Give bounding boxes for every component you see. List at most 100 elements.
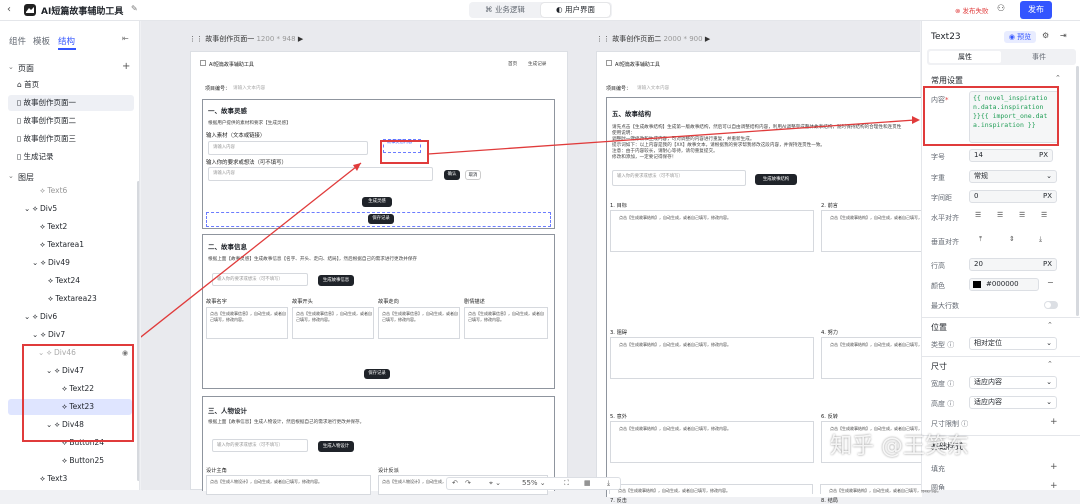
tab-business-logic[interactable]: ⌘ 业务逻辑	[471, 3, 539, 17]
s5-label-counter: 7. 反击	[610, 498, 627, 504]
arrow-layer-to-text	[141, 162, 362, 338]
fill-label: 填充	[931, 465, 945, 473]
layer-div6[interactable]: ⌄ ⟡ Div6	[24, 309, 57, 325]
page-item-story2[interactable]: ▯ 故事创作页面二	[17, 113, 76, 129]
align-middle-icon[interactable]: ⇕	[1009, 235, 1015, 243]
spacing-input[interactable]: 0 PX	[969, 190, 1057, 203]
collapse-panel-icon[interactable]: ⇤	[122, 34, 129, 43]
layer-text24[interactable]: ⟡ Text24	[48, 273, 80, 289]
layer-textarea23[interactable]: ⟡ Textarea23	[48, 291, 97, 307]
chevron-up-icon[interactable]: ⌃	[1047, 321, 1053, 329]
chevron-down-icon[interactable]: ⌄	[8, 63, 14, 71]
layer-div5[interactable]: ⌄ ⟡ Div5	[24, 201, 57, 217]
arrow-text-to-content	[427, 119, 916, 155]
back-chevron-icon[interactable]: ‹	[7, 4, 11, 15]
align-top-icon[interactable]: ⤒	[979, 235, 982, 244]
type-label: 类型 ⓘ	[931, 341, 955, 349]
color-swatch[interactable]	[973, 281, 981, 288]
add-border-icon[interactable]: +	[1050, 481, 1058, 490]
top-toolbar: ‹ AI短篇故事辅助工具 ✎ ⌘ 业务逻辑 ◐ 用户界面 ⊗ 发布失败 ⚇ 发布	[0, 0, 1080, 21]
tab-structure[interactable]: 结构	[58, 35, 75, 47]
page-item-story1[interactable]: ▯ 故事创作页面一	[8, 95, 134, 111]
logic-icon: ⌘	[485, 5, 495, 14]
arrowhead	[912, 116, 920, 124]
align-justify-icon[interactable]: ☰	[1041, 211, 1047, 219]
pages-header: 页面	[18, 64, 34, 73]
chevron-up-icon[interactable]: ⌃	[1055, 74, 1061, 82]
lineheight-input[interactable]: 20 PX	[969, 258, 1057, 271]
position-header: 位置	[931, 323, 947, 332]
align-right-icon[interactable]: ☰	[1019, 211, 1025, 219]
publish-button[interactable]: 发布	[1020, 1, 1052, 19]
s5-label-ending: 8. 结局	[821, 498, 838, 504]
selected-component-title: Text23	[931, 32, 961, 42]
layers-header: 图层	[18, 173, 34, 182]
chevron-down-icon: ⌄	[1046, 172, 1052, 180]
layer-div7[interactable]: ⌄ ⟡ Div7	[32, 327, 65, 343]
position-type-select[interactable]: 相对定位 ⌄	[969, 337, 1057, 350]
panel-tabs: 属性 事件	[927, 49, 1076, 65]
app-title: AI短篇故事辅助工具	[41, 7, 124, 17]
divider	[922, 356, 1080, 357]
layer-button25[interactable]: ⟡ Button25	[62, 453, 104, 469]
width-label: 宽度 ⓘ	[931, 380, 955, 388]
arrowhead	[353, 163, 361, 171]
collapse-panel-icon[interactable]: ⇥	[1060, 31, 1067, 40]
lineheight-label: 行高	[931, 262, 945, 270]
tab-templates[interactable]: 模板	[33, 35, 50, 47]
align-bottom-icon[interactable]: ⤓	[1039, 235, 1042, 244]
layer-div49[interactable]: ⌄ ⟡ Div49	[32, 255, 70, 271]
remove-color-icon[interactable]: −	[1047, 278, 1054, 287]
app-logo-icon	[24, 4, 36, 16]
gear-icon[interactable]: ⚙	[1042, 31, 1049, 40]
layer-text2[interactable]: ⟡ Text2	[40, 219, 67, 235]
border-label: 圆角	[931, 484, 945, 490]
publish-status-badge: ⊗ 发布失败	[955, 7, 989, 15]
properties-panel: Text23 ◉ 预览 ⚙ ⇥ 属性 事件 常用设置 ⌃ 内容* {{ nove…	[921, 21, 1080, 490]
layer-text6[interactable]: ⟡ Text6	[40, 183, 67, 199]
height-select[interactable]: 适应内容 ⌄	[969, 396, 1057, 409]
halign-label: 水平对齐	[931, 214, 959, 222]
page-item-story3[interactable]: ▯ 故事创作页面三	[17, 131, 76, 147]
page-item-home[interactable]: ⌂ 首页	[17, 77, 39, 93]
collaborators-icon[interactable]: ⚇	[997, 4, 1005, 14]
panel-scrollbar[interactable]	[1076, 66, 1079, 316]
tab-user-interface[interactable]: ◐ 用户界面	[541, 3, 610, 17]
highlight-content-field	[923, 86, 1059, 146]
maxlines-label: 最大行数	[931, 302, 959, 310]
tab-events[interactable]: 事件	[1003, 51, 1075, 63]
edit-title-icon[interactable]: ✎	[131, 4, 138, 13]
fontsize-label: 字号	[931, 153, 945, 161]
tab-components[interactable]: 组件	[9, 35, 26, 47]
layers-scrollbar[interactable]	[137, 181, 139, 481]
align-center-icon[interactable]: ☰	[997, 211, 1003, 219]
fontsize-input[interactable]: 14 PX	[969, 149, 1053, 162]
palette-icon: ◐	[556, 5, 565, 14]
color-input[interactable]: #000000	[969, 278, 1039, 291]
chevron-down-icon: ⌄	[1046, 398, 1052, 406]
highlight-layer-group	[22, 344, 134, 442]
tab-properties[interactable]: 属性	[929, 51, 1001, 63]
align-left-icon[interactable]: ☰	[975, 211, 981, 219]
divider	[922, 317, 1080, 318]
weight-select[interactable]: 常规 ⌄	[969, 170, 1057, 183]
size-header: 尺寸	[931, 362, 947, 371]
color-label: 颜色	[931, 282, 945, 290]
toggle-knob	[1045, 302, 1051, 308]
design-canvas[interactable]: ⋮⋮ 故事创作页面一 1200 * 948 ▶ ⋮⋮ 故事创作页面二 2000 …	[141, 21, 942, 504]
add-limit-icon[interactable]: +	[1050, 417, 1058, 427]
chevron-down-icon[interactable]: ⌄	[8, 172, 14, 180]
add-fill-icon[interactable]: +	[1050, 462, 1058, 472]
weight-label: 字重	[931, 174, 945, 182]
active-tab-indicator	[58, 48, 76, 50]
chevron-up-icon[interactable]: ⌃	[1047, 360, 1053, 368]
width-select[interactable]: 适应内容 ⌄	[969, 376, 1057, 389]
valign-group: ⤒ ⇕ ⤓	[969, 234, 1057, 247]
page-item-records[interactable]: ▯ 生成记录	[17, 149, 54, 165]
layer-textarea1[interactable]: ⟡ Textarea1	[40, 237, 84, 253]
maxlines-toggle[interactable]	[1044, 301, 1058, 309]
layer-text3[interactable]: ⟡ Text3	[40, 471, 67, 487]
valign-label: 垂直对齐	[931, 238, 959, 246]
preview-button[interactable]: ◉ 预览	[1004, 31, 1036, 43]
add-page-icon[interactable]: +	[122, 61, 130, 72]
